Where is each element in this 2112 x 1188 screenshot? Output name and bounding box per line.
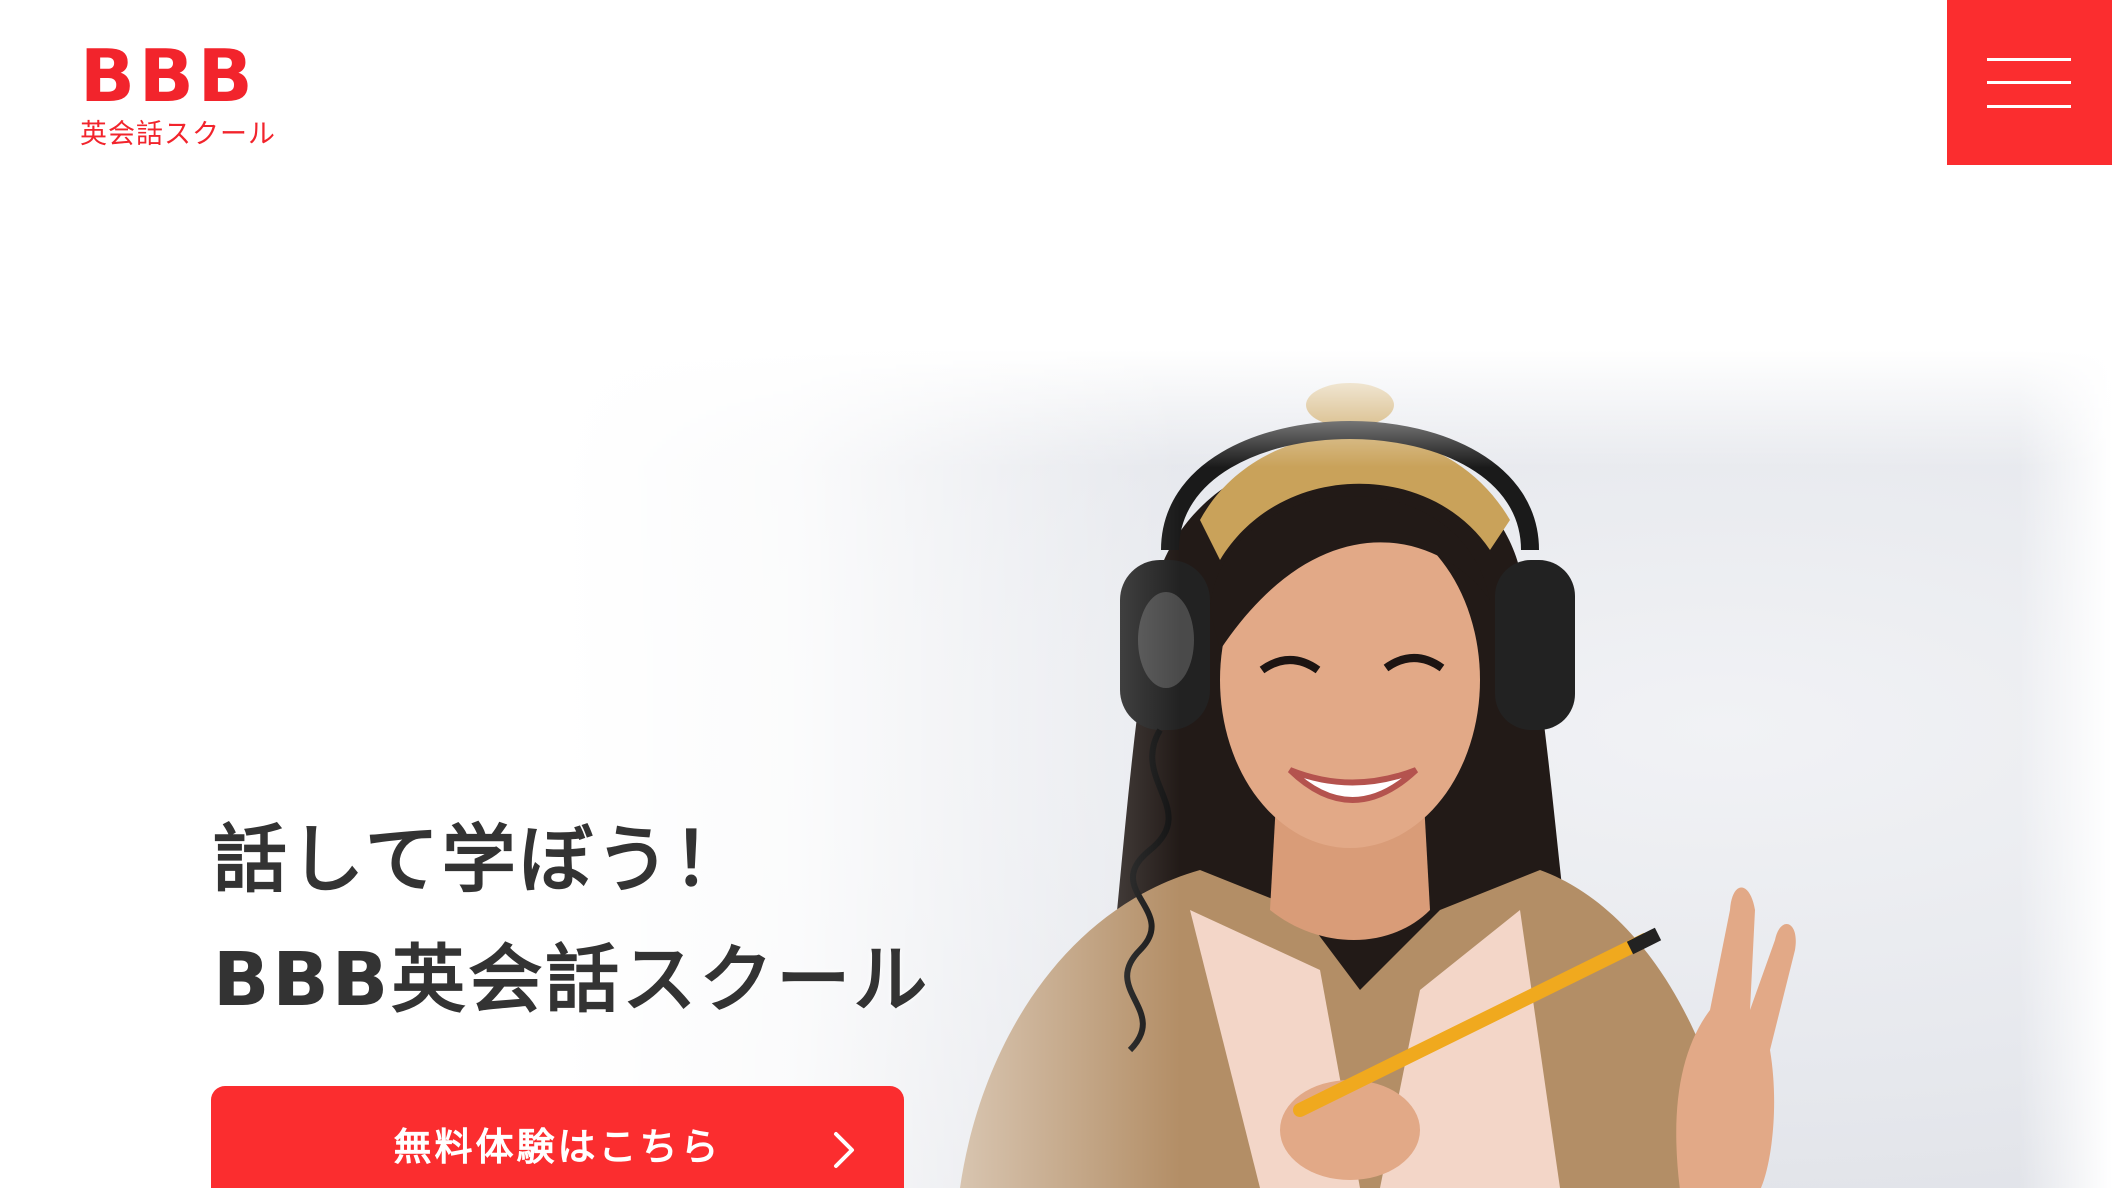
brand-logo[interactable]: BBB 英会話スクール (80, 40, 276, 150)
menu-line (1987, 58, 2071, 61)
hero-headline: 話して学ぼう！ BBB英会話スクール (213, 800, 933, 1040)
hero-title: BBB英会話スクール (213, 937, 931, 1023)
chevron-right-icon (834, 1132, 854, 1168)
free-trial-button-label: 無料体験はこちら (393, 1127, 722, 1169)
menu-line (1987, 81, 2071, 84)
free-trial-button[interactable]: 無料体験はこちら (211, 1086, 904, 1188)
hero-image (560, 350, 2112, 1188)
hero-image-fade (560, 350, 2112, 1188)
logo-mark: BBB (80, 34, 257, 118)
hero-tagline: 話して学ぼう！ (213, 817, 750, 903)
landing-page: BBB 英会話スクール 話して学ぼう！ BBB英会話スクール 無料体験はこちら (0, 0, 2112, 1188)
menu-button[interactable] (1947, 0, 2112, 165)
menu-line (1987, 105, 2071, 108)
logo-subtitle: 英会話スクール (80, 119, 276, 150)
